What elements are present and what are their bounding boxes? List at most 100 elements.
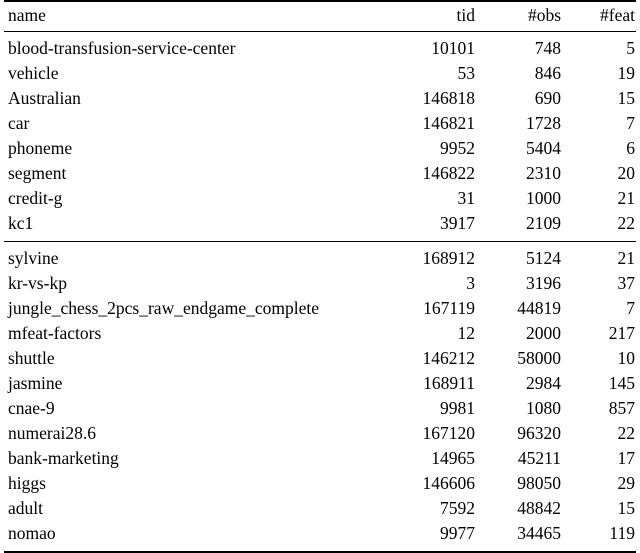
table-header-row: name tid #obs #feat [4,0,636,32]
cell-obs: 48842 [517,498,561,519]
cell-tid: 3 [466,273,475,294]
cell-obs: 690 [534,88,561,109]
cell-tid: 53 [457,63,476,84]
cell-name: vehicle [8,63,59,84]
cell-tid: 146821 [422,113,476,134]
table-row: Australian 146818 690 15 [4,87,636,112]
cell-obs: 1080 [526,398,561,419]
cell-feat: 10 [617,348,636,369]
cell-name: phoneme [8,138,73,159]
cell-tid: 9952 [440,138,475,159]
cell-tid: 14965 [431,448,475,469]
cell-tid: 167120 [422,423,476,444]
table-row: blood-transfusion-service-center 10101 748… [4,31,636,62]
cell-obs: 5124 [476,240,562,272]
table-row: higgs 146606 98050 29 [4,472,636,497]
cell-feat: 19 [617,63,636,84]
cell-obs: 2984 [526,373,561,394]
cell-feat: 15 [617,498,636,519]
cell-feat: 119 [562,521,636,553]
cell-feat: 7 [626,298,635,319]
cell-obs: 748 [534,38,561,59]
cell-feat: 7 [626,113,635,134]
cell-name: blood-transfusion-service-center [8,38,236,59]
cell-name: adult [8,498,43,519]
cell-name: segment [8,163,67,184]
cell-feat: 6 [626,138,635,159]
table-row: adult 7592 48842 15 [4,497,636,522]
cell-feat: 15 [617,88,636,109]
table-row: bank-marketing 14965 45211 17 [4,447,636,472]
cell-tid: 167119 [423,298,475,319]
table-row: mfeat-factors 12 2000 217 [4,322,636,347]
cell-name: credit-g [8,188,63,209]
cell-obs: 846 [534,63,561,84]
cell-name: car [8,113,30,134]
cell-tid: 146822 [422,163,476,184]
table-row: nomao 9977 34465 119 [4,521,636,553]
cell-feat: 20 [617,163,636,184]
cell-obs: 2000 [526,323,561,344]
cell-feat: 37 [617,273,636,294]
cell-name: higgs [8,473,46,494]
cell-obs: 2109 [526,213,561,234]
cell-tid: 7592 [440,498,475,519]
cell-obs: 98050 [517,473,561,494]
cell-tid: 31 [457,188,476,209]
cell-obs: 1000 [526,188,561,209]
cell-name: nomao [4,521,392,553]
table-row: cnae-9 9981 1080 857 [4,397,636,422]
cell-name: sylvine [4,240,392,272]
cell-obs: 1728 [526,113,561,134]
cell-tid: 3917 [440,213,475,234]
cell-tid: 168912 [392,240,476,272]
table-row: jasmine 168911 2984 145 [4,372,636,397]
table-row: phoneme 9952 5404 6 [4,137,636,162]
table-row: shuttle 146212 58000 10 [4,347,636,372]
cell-feat: 21 [617,188,636,209]
cell-name: kc1 [8,213,34,234]
cell-feat: 29 [617,473,636,494]
cell-tid: 146212 [422,348,476,369]
cell-obs: 96320 [517,423,561,444]
column-header-tid: tid [392,0,476,32]
table-body: blood-transfusion-service-center 10101 748… [4,31,636,553]
cell-name: Australian [8,88,81,109]
cell-obs: 44819 [517,298,561,319]
table-row: jungle_chess_2pcs_raw_endgame_complete 16… [4,297,636,322]
table-row: sylvine 168912 5124 21 [4,240,636,272]
cell-obs: 3196 [526,273,561,294]
cell-feat: 217 [608,323,635,344]
cell-name: cnae-9 [8,398,55,419]
table-row: kc1 3917 2109 22 [4,212,636,242]
cell-feat: 21 [562,240,636,272]
cell-name: numerai28.6 [8,423,96,444]
table-row: vehicle 53 846 19 [4,62,636,87]
cell-feat: 22 [617,423,636,444]
table-row: kr-vs-kp 3 3196 37 [4,272,636,297]
table-row: numerai28.6 167120 96320 22 [4,422,636,447]
cell-name: kr-vs-kp [8,273,67,294]
table-header: name tid #obs #feat [4,0,636,32]
cell-name: mfeat-factors [8,323,102,344]
column-header-feat: #feat [562,0,636,32]
column-header-obs: #obs [476,0,562,32]
table-row: segment 146822 2310 20 [4,162,636,187]
cell-obs: 2310 [526,163,561,184]
cell-obs: 34465 [476,521,562,553]
table-row: car 146821 1728 7 [4,112,636,137]
cell-tid: 146606 [422,473,476,494]
cell-obs: 45211 [517,448,561,469]
dataset-table-container: name tid #obs #feat blood-transfusion-se… [0,0,640,553]
cell-tid: 10101 [431,38,475,59]
cell-name: jungle_chess_2pcs_raw_endgame_complete [8,298,320,319]
cell-feat: 5 [626,38,635,59]
cell-name: shuttle [8,348,55,369]
cell-tid: 9977 [392,521,476,553]
cell-feat: 22 [617,213,636,234]
cell-tid: 12 [457,323,476,344]
cell-name: jasmine [8,373,63,394]
cell-feat: 145 [608,373,635,394]
cell-tid: 168911 [423,373,475,394]
table-row: credit-g 31 1000 21 [4,187,636,212]
